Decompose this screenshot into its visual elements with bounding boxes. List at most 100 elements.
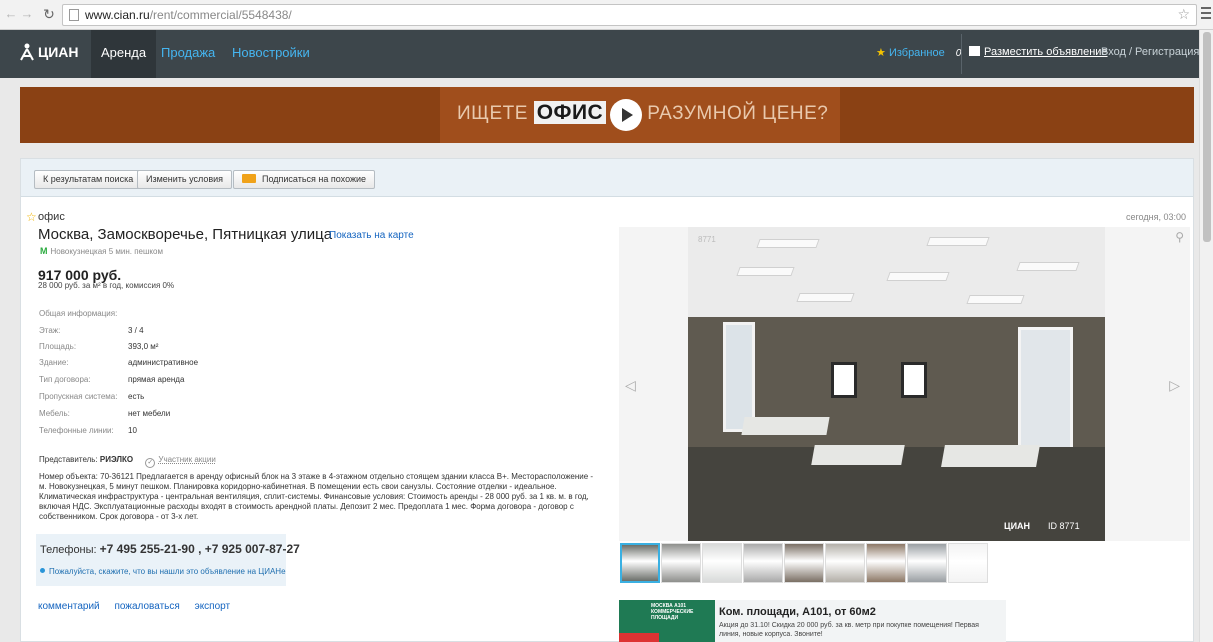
report-link[interactable]: пожаловаться <box>114 601 179 612</box>
listing-address: Москва, Замоскворечье, Пятницкая улица <box>38 226 333 243</box>
site-header: ЦИАН Аренда Продажа Новостройки ★ Избран… <box>0 30 1199 78</box>
forward-arrow-icon[interactable]: → <box>20 7 34 21</box>
url-host: www.cian.ru <box>85 8 150 22</box>
banner-text-bold: ОФИС <box>533 101 607 124</box>
bookmark-star-icon[interactable]: ☆ <box>1177 6 1190 23</box>
info-key: Здание: <box>39 358 69 367</box>
photo-thumbnail[interactable] <box>866 543 906 583</box>
info-row: Здание: административное <box>39 358 198 367</box>
subscribe-label: Подписаться на похожие <box>262 174 367 184</box>
subscribe-similar-button[interactable]: Подписаться на похожие <box>233 170 376 189</box>
ask-note-text: Пожалуйста, скажите, что вы нашли это об… <box>49 567 286 576</box>
photo-picture-frame <box>831 362 857 398</box>
login-link[interactable]: Вход / Регистрация <box>1101 46 1199 58</box>
scrollbar-thumb[interactable] <box>1203 32 1211 242</box>
main-photo[interactable]: 8771 ЦИАН ID 8771 <box>688 227 1105 541</box>
logo-text: ЦИАН <box>38 44 79 60</box>
phone-numbers[interactable]: +7 495 255-21-90 , +7 925 007-87-27 <box>100 542 300 556</box>
reload-icon[interactable]: ↻ <box>42 7 56 21</box>
ad-title[interactable]: Ком. площади, А101, от 60м2 <box>719 606 876 618</box>
address-bar[interactable]: www.cian.ru/rent/commercial/5548438/ ☆ <box>62 4 1197 26</box>
info-value: нет мебели <box>128 409 171 418</box>
info-row: Тип договора: прямая аренда <box>39 375 184 384</box>
browser-menu-icon[interactable] <box>1201 7 1211 21</box>
change-conditions-button[interactable]: Изменить условия <box>137 170 233 189</box>
photo-thumbnail[interactable] <box>784 543 824 583</box>
ad-banner[interactable]: ИЩЕТЕ ОФИС ПО РАЗУМНОЙ ЦЕНЕ? <box>20 87 1194 143</box>
banner-text: ИЩЕТЕ ОФИС ПО РАЗУМНОЙ ЦЕНЕ? <box>457 101 828 125</box>
phones-label: Телефоны: <box>40 544 100 556</box>
photo-thumbnails <box>620 543 988 583</box>
representative-label: Представитель: <box>39 455 100 464</box>
cian-logo-icon <box>20 43 34 61</box>
photo-ceiling <box>688 227 1105 319</box>
info-key: Тип договора: <box>39 375 91 384</box>
listing-toolbar: К результатам поиска Изменить условия По… <box>21 159 1193 197</box>
info-value: есть <box>128 392 145 401</box>
ad-image-label: МОСКВА А101 КОММЕРЧЕСКИЕ ПЛОЩАДИ <box>651 603 694 621</box>
show-on-map-link[interactable]: Показать на карте <box>329 230 414 241</box>
phones-line: Телефоны: +7 495 255-21-90 , +7 925 007-… <box>40 542 300 556</box>
info-value: прямая аренда <box>128 375 185 384</box>
favorites-link[interactable]: ★ Избранное 0 <box>876 46 961 59</box>
price-details: 28 000 руб. за м² в год, комиссия 0% <box>38 281 175 290</box>
next-photo-arrow-icon[interactable]: ▷ <box>1169 377 1180 394</box>
photo-window-left <box>723 322 755 432</box>
info-row: Этаж: 3 / 4 <box>39 326 144 335</box>
export-link[interactable]: экспорт <box>195 601 231 612</box>
favorite-star-icon[interactable]: ☆ <box>26 210 37 224</box>
photo-picture-frame <box>901 362 927 398</box>
info-key: Телефонные линии: <box>39 426 114 435</box>
photo-thumbnail[interactable] <box>907 543 947 583</box>
post-ad-label: Разместить объявление <box>984 46 1108 58</box>
envelope-icon <box>242 174 256 183</box>
metro-label: Новокузнецкая 5 мин. пешком <box>50 247 163 256</box>
page-scrollbar[interactable] <box>1199 30 1213 642</box>
info-row: Мебель: нет мебели <box>39 409 170 418</box>
back-to-results-button[interactable]: К результатам поиска <box>34 170 143 189</box>
banner-text-left: ИЩЕТЕ <box>457 103 534 124</box>
info-dot-icon <box>40 568 45 573</box>
watermark-logo: ЦИАН <box>1004 521 1031 531</box>
photo-thumbnail[interactable] <box>825 543 865 583</box>
post-ad-link[interactable]: Разместить объявление <box>969 46 1108 58</box>
ad-image-bar <box>619 633 659 642</box>
promo-participant-badge[interactable]: ✓ Участник акции <box>145 455 216 468</box>
photo-thumbnail[interactable] <box>948 543 988 583</box>
ad-text: Акция до 31.10! Скидка 20 000 руб. за кв… <box>719 622 979 638</box>
representative: Представитель: РИЭЛКО ✓ Участник акции <box>39 455 216 468</box>
photo-thumbnail[interactable] <box>702 543 742 583</box>
info-key: Пропускная система: <box>39 392 118 401</box>
ad-image[interactable]: МОСКВА А101 КОММЕРЧЕСКИЕ ПЛОЩАДИ <box>619 600 715 642</box>
photo-thumbnail[interactable] <box>743 543 783 583</box>
photo-id-label: 8771 <box>698 235 716 244</box>
info-value: 393,0 м² <box>128 342 159 351</box>
back-arrow-icon[interactable]: ← <box>4 7 18 21</box>
tab-sale[interactable]: Продажа <box>151 30 225 78</box>
ad-block[interactable]: Ком. площади, А101, от 60м2 Акция до 31.… <box>715 600 1006 642</box>
play-icon[interactable] <box>610 99 642 131</box>
representative-name[interactable]: РИЭЛКО <box>100 455 133 464</box>
cian-logo[interactable]: ЦИАН <box>20 43 79 61</box>
photo-thumbnail[interactable] <box>620 543 660 583</box>
browser-toolbar: ← → ↻ www.cian.ru/rent/commercial/554843… <box>0 0 1213 30</box>
info-row: Телефонные линии: 10 <box>39 426 137 435</box>
info-key: Этаж: <box>39 326 61 335</box>
url-text: www.cian.ru/rent/commercial/5548438/ <box>85 8 292 22</box>
tab-rent[interactable]: Аренда <box>91 30 157 78</box>
metro-info: M Новокузнецкая 5 мин. пешком <box>40 246 163 256</box>
tab-new-buildings[interactable]: Новостройки <box>222 30 320 78</box>
zoom-icon[interactable]: ⚲ <box>1175 230 1184 244</box>
listing-type: офис <box>38 211 65 223</box>
info-row: Площадь: 393,0 м² <box>39 342 158 351</box>
photo-desk <box>741 417 830 435</box>
info-row: Пропускная система: есть <box>39 392 144 401</box>
info-key: Площадь: <box>39 342 77 351</box>
prev-photo-arrow-icon[interactable]: ◁ <box>625 377 636 394</box>
info-value: административное <box>128 358 199 367</box>
photo-thumbnail[interactable] <box>661 543 701 583</box>
post-ad-icon <box>969 46 980 56</box>
comment-link[interactable]: комментарий <box>38 601 100 612</box>
listing-actions: комментарий пожаловаться экспорт <box>38 601 242 612</box>
url-path: /rent/commercial/5548438/ <box>149 8 292 22</box>
